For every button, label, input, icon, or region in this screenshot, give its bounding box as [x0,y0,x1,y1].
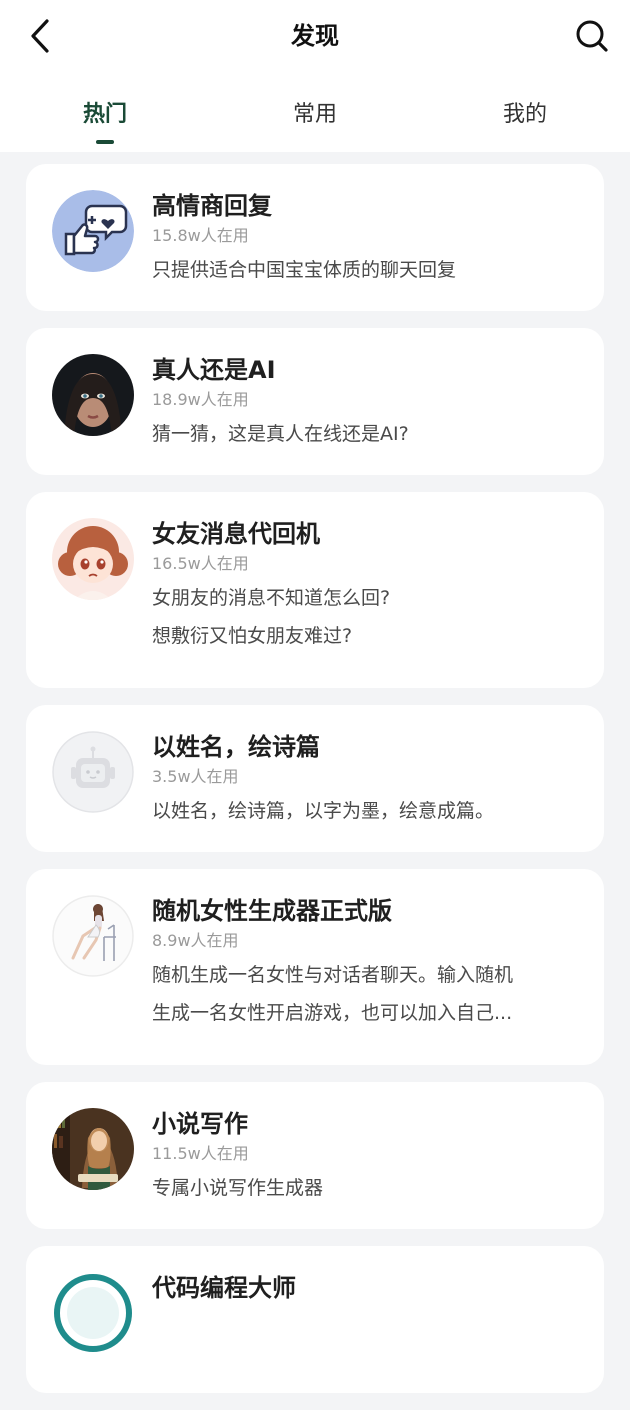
app-card[interactable]: 真人还是AI 18.9w人在用 猜一猜，这是真人在线还是AI? [26,328,604,475]
top-bar: 发现 热门 常用 我的 [0,0,630,152]
anime-girl-avatar [52,518,134,600]
app-user-count: 3.5w人在用 [152,767,239,786]
description-line: 只提供适合中国宝宝体质的聊天回复 [152,259,457,281]
app-title: 以姓名，绘诗篇 [152,733,320,761]
app-card[interactable]: 以姓名，绘诗篇 3.5w人在用 以姓名，绘诗篇，以字为墨，绘意成篇。 [26,705,604,852]
thumbs-up-heart-chat-icon [52,190,134,272]
description-line: 以姓名，绘诗篇，以字为墨，绘意成篇。 [152,800,495,822]
description-line: 专属小说写作生成器 [152,1177,324,1199]
description-line: 女朋友的消息不知道怎么回? [152,587,391,609]
robot-placeholder-icon [52,731,134,813]
app-description: 随机生成一名女性与对话者聊天。输入随机 生成一名女性开启游戏，也可以加入自己..… [152,956,580,1032]
tab-label: 热门 [82,102,127,127]
app-title: 女友消息代回机 [152,520,320,548]
woman-reading-painting [52,1108,134,1190]
description-line: 想敷衍又怕女朋友难过? [152,625,353,647]
app-description: 只提供适合中国宝宝体质的聊天回复 [152,251,580,289]
app-user-count: 15.8w人在用 [152,226,249,245]
app-user-count: 11.5w人在用 [152,1144,249,1163]
description-line: 随机生成一名女性与对话者聊天。输入随机 [152,964,514,986]
portrait-photo [52,354,134,436]
tab-bar: 热门 常用 我的 [0,96,630,152]
app-list: 高情商回复 15.8w人在用 只提供适合中国宝宝体质的聊天回复 真人还是AI 1… [26,164,604,1410]
app-user-count: 18.9w人在用 [152,390,249,409]
tab-label: 我的 [502,102,547,127]
app-description: 以姓名，绘诗篇，以字为墨，绘意成篇。 [152,792,580,830]
app-user-count: 8.9w人在用 [152,931,239,950]
app-card[interactable]: 女友消息代回机 16.5w人在用 女朋友的消息不知道怎么回? 想敷衍又怕女朋友难… [26,492,604,688]
page-title: 发现 [291,22,339,50]
search-icon [575,19,609,57]
app-title: 小说写作 [152,1110,248,1138]
app-description: 猜一猜，这是真人在线还是AI? [152,415,580,453]
app-card[interactable]: 高情商回复 15.8w人在用 只提供适合中国宝宝体质的聊天回复 [26,164,604,311]
tab-hot[interactable]: 热门 [45,96,165,144]
app-title: 高情商回复 [152,192,272,220]
app-description: 女朋友的消息不知道怎么回? 想敷衍又怕女朋友难过? [152,579,580,655]
app-card[interactable]: 代码编程大师 [26,1246,604,1393]
app-title: 代码编程大师 [152,1274,296,1302]
teal-circle-icon [52,1272,134,1354]
app-user-count: 16.5w人在用 [152,554,249,573]
app-title: 真人还是AI [152,356,276,384]
app-title: 随机女性生成器正式版 [152,897,392,925]
app-card[interactable]: 小说写作 11.5w人在用 专属小说写作生成器 [26,1082,604,1229]
description-line: 猜一猜，这是真人在线还是AI? [152,423,409,445]
tab-label: 常用 [292,102,337,127]
search-button[interactable] [574,18,610,58]
description-line: 生成一名女性开启游戏，也可以加入自己... [152,1002,513,1024]
app-description: 专属小说写作生成器 [152,1169,580,1207]
tab-mine[interactable]: 我的 [465,96,585,134]
sitting-girl-sketch [52,895,134,977]
app-card[interactable]: 随机女性生成器正式版 8.9w人在用 随机生成一名女性与对话者聊天。输入随机 生… [26,869,604,1065]
tab-common[interactable]: 常用 [255,96,375,134]
active-tab-indicator [96,140,114,144]
